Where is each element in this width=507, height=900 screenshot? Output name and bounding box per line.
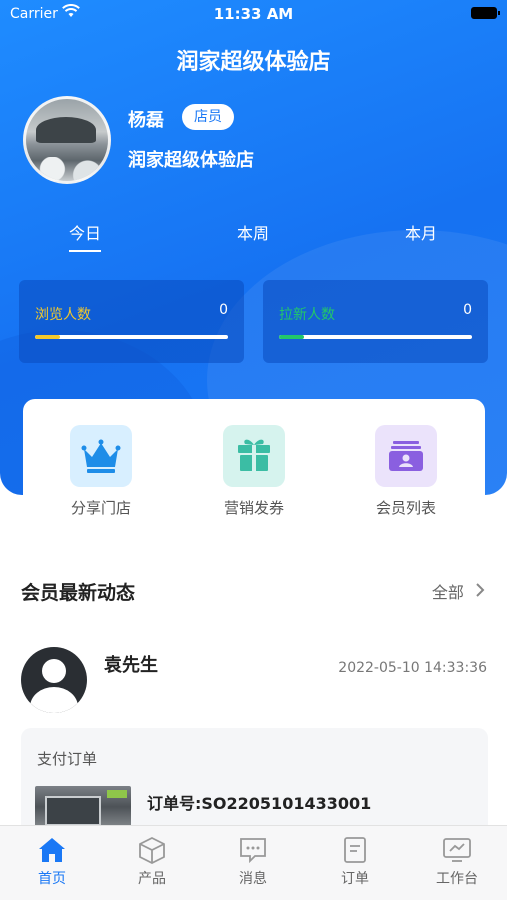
stat-value: 0 (463, 302, 472, 318)
default-avatar-icon (30, 687, 78, 713)
tab-label: 工作台 (436, 871, 478, 887)
share-store-button[interactable]: 分享门店 (41, 425, 161, 525)
view-all-link[interactable]: 全部 (432, 579, 485, 603)
bottom-tab-bar: 首页 产品 消息 订单 工作台 (0, 825, 507, 900)
stat-progress-fill (279, 335, 305, 339)
quick-action-label: 会员列表 (375, 499, 436, 517)
tab-label: 产品 (138, 871, 166, 887)
page-title: 润家超级体验店 (176, 50, 331, 75)
stat-progress-bar (35, 335, 228, 339)
quick-actions-panel: 分享门店 营销发券 会员列表 (23, 399, 485, 534)
marketing-coupon-button[interactable]: 营销发券 (194, 425, 314, 525)
tab-label: 首页 (38, 871, 66, 887)
chat-icon (240, 838, 266, 864)
tab-month[interactable]: 本月 (381, 220, 461, 244)
chevron-right-icon (476, 583, 485, 597)
gift-icon (223, 425, 285, 487)
status-bar: Carrier 11:33 AM (0, 0, 507, 28)
tab-label: 消息 (239, 871, 267, 887)
workbench-icon (443, 838, 471, 862)
tab-workbench[interactable]: 工作台 (417, 836, 497, 888)
member-avatar[interactable] (21, 647, 87, 713)
order-card[interactable]: 支付订单 订单号:SO2205101433001 (21, 728, 488, 838)
stat-label: 浏览人数 (35, 307, 91, 323)
activity-timestamp: 2022-05-10 14:33:36 (338, 660, 487, 676)
user-avatar[interactable] (23, 96, 111, 184)
quick-action-label: 营销发券 (223, 499, 284, 517)
tab-week[interactable]: 本周 (213, 220, 293, 244)
product-thumbnail (45, 796, 101, 826)
user-name: 杨磊 (128, 110, 164, 131)
stat-label: 拉新人数 (279, 307, 335, 323)
member-name: 袁先生 (104, 655, 158, 676)
avatar-photo (26, 157, 108, 181)
avatar-photo (36, 117, 96, 143)
cube-icon (139, 836, 165, 864)
stat-progress-fill (35, 335, 61, 339)
tab-products[interactable]: 产品 (112, 836, 192, 888)
member-list-button[interactable]: 会员列表 (346, 425, 466, 525)
order-icon (344, 837, 366, 863)
tab-label: 订单 (341, 871, 369, 887)
crown-icon (70, 425, 132, 487)
tab-home[interactable]: 首页 (12, 836, 92, 888)
view-all-label: 全部 (431, 583, 464, 602)
quick-action-label: 分享门店 (70, 499, 131, 517)
stat-card-views[interactable]: 浏览人数 0 (19, 280, 244, 363)
order-type-label: 支付订单 (37, 750, 98, 768)
battery-icon (471, 7, 500, 19)
clock: 11:33 AM (213, 5, 294, 23)
activity-section-title: 会员最新动态 (21, 582, 136, 604)
user-store-name: 润家超级体验店 (128, 150, 254, 171)
tab-messages[interactable]: 消息 (213, 836, 293, 888)
stat-value: 0 (219, 302, 228, 318)
home-icon (39, 838, 65, 862)
default-avatar-icon (42, 659, 66, 683)
member-card-icon (375, 425, 437, 487)
stat-progress-bar (279, 335, 472, 339)
stat-card-new-members[interactable]: 拉新人数 0 (263, 280, 488, 363)
order-number: 订单号:SO2205101433001 (147, 794, 372, 813)
tab-today[interactable]: 今日 (45, 220, 125, 252)
product-thumbnail (107, 790, 127, 798)
period-tabs: 今日 本周 本月 (0, 220, 507, 252)
tab-orders[interactable]: 订单 (315, 836, 395, 888)
role-badge: 店员 (182, 104, 234, 130)
